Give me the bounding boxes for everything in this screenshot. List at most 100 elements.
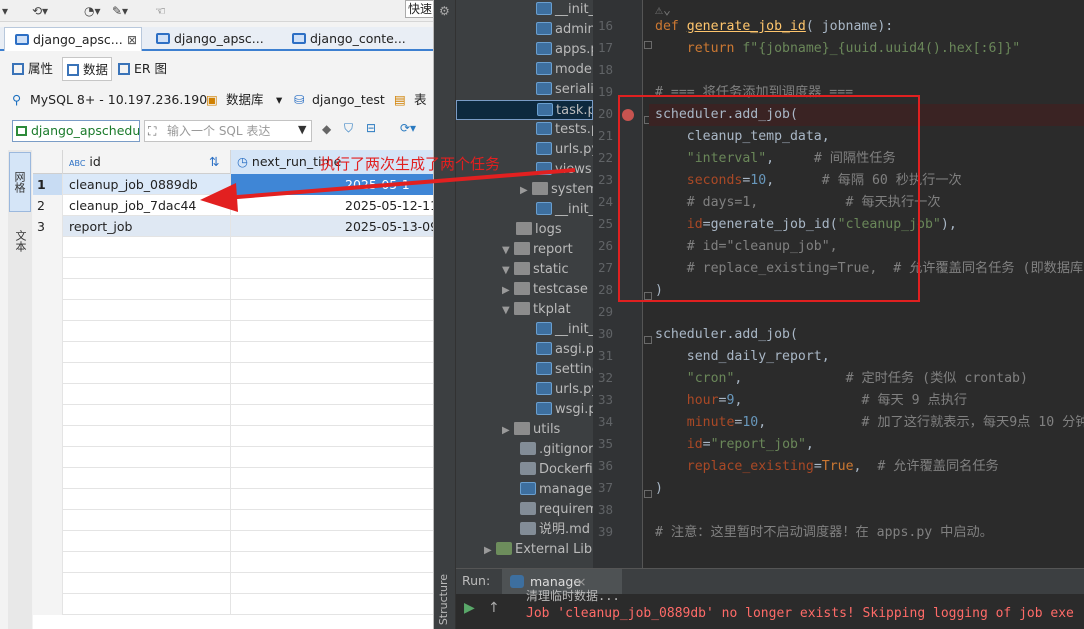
tree-item[interactable]: urls.py [536, 380, 593, 400]
tree-item[interactable]: 说明.md [520, 520, 590, 540]
chevron-right-icon[interactable]: ▶ [502, 421, 514, 441]
code-text: send_daily_report, [655, 349, 830, 364]
tree-item[interactable]: tests.py [536, 120, 593, 140]
tree-folder[interactable]: logs [504, 220, 562, 240]
row-number [33, 279, 63, 300]
code-line: def generate_job_id( jobname): [655, 16, 893, 38]
tree-item[interactable]: __init__.py [536, 320, 593, 340]
schema-icon: ⛁ [294, 92, 305, 107]
chevron-right-icon[interactable]: ▶ [502, 281, 514, 301]
tab-django-apscheduler-2[interactable]: django_apsc... [146, 27, 278, 51]
chevron-down-icon[interactable]: ▼ [502, 261, 514, 281]
file-icon [520, 442, 536, 455]
tree-item[interactable]: apps.py [536, 40, 593, 60]
quick-search-input[interactable]: 快速 [405, 0, 433, 18]
tree-item-selected[interactable]: task.py [456, 100, 593, 120]
close-icon[interactable]: ⊠ [127, 28, 137, 51]
speedometer-icon[interactable]: ◔▾ [84, 3, 101, 19]
tree-item[interactable]: asgi.py [536, 340, 593, 360]
tab-django-apscheduler-1[interactable]: django_apsc... ⊠ [4, 27, 142, 51]
tree-folder[interactable]: ▼ tkplat [502, 300, 571, 320]
console-line: 清理临时数据... [526, 589, 620, 603]
refresh-icon[interactable]: ⟳▾ [400, 121, 416, 135]
python-file-icon [536, 122, 552, 135]
gear-icon[interactable]: ⚙ [439, 4, 450, 18]
empty-cell [63, 594, 231, 615]
tree-item[interactable]: Dockerfile [520, 460, 593, 480]
folder-icon [514, 422, 530, 435]
string: "report_job" [710, 437, 806, 452]
cell-id[interactable]: cleanup_job_7dac44 [63, 195, 231, 216]
tree-item[interactable]: serializ [536, 80, 593, 100]
column-header-id[interactable]: ABC id ⇅ [63, 150, 231, 174]
tree-item[interactable]: model [536, 60, 593, 80]
line-number: 21 [597, 128, 613, 143]
tab-properties[interactable]: 属性 [8, 57, 60, 81]
up-arrow-icon[interactable]: ↑ [488, 600, 500, 616]
eraser-icon[interactable]: ◆ [322, 122, 331, 136]
cell-next-run-time[interactable]: 2025-05-1 [231, 174, 433, 195]
table-row[interactable]: 3 report_job 2025-05-13-09. [33, 216, 433, 237]
sql-expression-input[interactable]: ⛶ 输入一个 SQL 表达 [144, 120, 312, 142]
tab-data[interactable]: 数据 [62, 57, 112, 81]
tree-folder[interactable]: ▼ static [502, 260, 569, 280]
connection-selector[interactable]: MySQL 8+ - 10.197.236.190 [30, 88, 207, 112]
tree-folder[interactable]: ▼ report [502, 240, 573, 260]
tree-item[interactable]: manage.py [520, 480, 593, 500]
cell-next-run-time[interactable]: 2025-05-12-11. [231, 195, 433, 216]
chevron-right-icon[interactable]: ▶ [520, 181, 532, 201]
tab-django-content[interactable]: django_conte... [282, 27, 412, 51]
empty-cell [63, 426, 231, 447]
chevron-down-icon[interactable]: ▾ [276, 88, 282, 112]
tab-label: 属性 [28, 61, 54, 76]
structure-tab[interactable]: Structure [437, 574, 450, 625]
tree-item[interactable]: urls.py [536, 140, 593, 160]
chevron-down-icon[interactable]: ▼ [502, 301, 514, 321]
tree-item[interactable]: __init__ [536, 0, 593, 20]
tools-icon[interactable]: ✎▾ [112, 3, 128, 19]
tree-item[interactable]: settings.p [536, 360, 593, 380]
run-console[interactable]: ▶ ↑ 清理临时数据... Job 'cleanup_job_0889db' n… [456, 589, 1084, 629]
tree-item[interactable]: wsgi.py [536, 400, 593, 420]
tab-er-diagram[interactable]: ER 图 [114, 57, 170, 81]
python-file-icon [536, 162, 552, 175]
tree-item[interactable]: views. [536, 160, 593, 180]
database-selector[interactable]: django_test [312, 88, 385, 112]
chevron-down-icon[interactable]: ▼ [298, 123, 306, 136]
filter-icon[interactable]: ⛉ [344, 121, 353, 136]
cell-id[interactable]: cleanup_job_0889db [63, 174, 231, 195]
tree-item-label: serializ [555, 82, 593, 97]
text-view-tab[interactable]: 文本 [9, 216, 31, 266]
empty-cell [63, 510, 231, 531]
grid-view-tab[interactable]: 网格 [9, 152, 31, 212]
tree-item[interactable]: admin [536, 20, 593, 40]
table-row[interactable]: 1 cleanup_job_0889db 2025-05-1 [33, 174, 433, 195]
run-icon[interactable]: ▶ [464, 600, 475, 616]
hand-icon[interactable]: ☜ [155, 3, 166, 19]
table-row[interactable]: 2 cleanup_job_7dac44 2025-05-12-11. [33, 195, 433, 216]
row-number [33, 552, 63, 573]
filter-settings-icon[interactable]: ⊟ [366, 121, 376, 135]
sort-icon[interactable]: ⇅ [209, 150, 219, 174]
dropdown-icon[interactable]: ▾ [2, 3, 8, 19]
tree-folder[interactable]: ▶ system [520, 180, 593, 200]
tree-folder[interactable]: ▶ External Librarie [484, 540, 593, 560]
tree-item[interactable]: __init__.py [536, 200, 593, 220]
chevron-down-icon[interactable]: ▼ [502, 241, 514, 261]
refresh-icon[interactable]: ⟲▾ [32, 3, 48, 19]
tree-item-label: model [555, 62, 593, 77]
code-text: ) [655, 481, 663, 496]
tree-item-label: urls.py [555, 142, 593, 157]
tree-item[interactable]: requirement [520, 500, 593, 520]
tree-item[interactable]: .gitignore [520, 440, 593, 460]
column-label: id [89, 154, 101, 169]
cell-next-run-time[interactable]: 2025-05-13-09. [231, 216, 433, 237]
tree-folder[interactable]: ▶ utils [502, 420, 560, 440]
results-grid: ABC id ⇅ ◷ next_run_time 1 cleanup_job_0… [33, 150, 433, 629]
cell-id[interactable]: report_job [63, 216, 231, 237]
tree-folder[interactable]: ▶ testcase [502, 280, 588, 300]
python-file-icon [537, 103, 553, 116]
chevron-right-icon[interactable]: ▶ [484, 541, 496, 561]
code-line: return f"{jobname}_{uuid.uuid4().hex[:6]… [655, 38, 1020, 60]
table-selector[interactable]: django_apschedul [12, 120, 140, 142]
